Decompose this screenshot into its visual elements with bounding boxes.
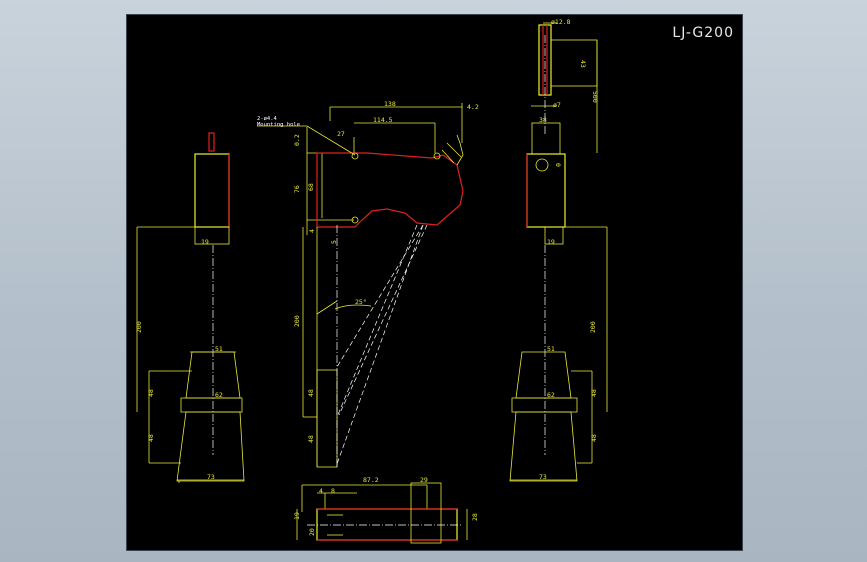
dim-4: 4 xyxy=(308,229,316,233)
right-beam-lower xyxy=(509,411,578,482)
dim-200-right: 200 xyxy=(589,321,597,333)
dim-7: ø7 xyxy=(553,101,561,109)
dim-19-right: 19 xyxy=(547,238,555,246)
dim-114-5: 114.5 xyxy=(373,116,393,124)
dim-48-side-a: 48 xyxy=(307,389,315,397)
dim-48-right-a: 48 xyxy=(590,389,598,397)
dim-68: 68 xyxy=(307,183,315,191)
dim-angle-25: 25° xyxy=(355,298,367,306)
dim-38: 38 xyxy=(539,116,547,124)
left-connector xyxy=(208,132,215,152)
dim-73-right: 73 xyxy=(539,473,547,481)
dim-138: 138 xyxy=(384,100,396,108)
cad-viewport[interactable]: .y { stroke:#e8e83a; stroke-width:0.8; f… xyxy=(126,14,743,551)
dim-62-left: 62 xyxy=(215,391,223,399)
dim-19-left: 19 xyxy=(201,238,209,246)
dim-19-bottom: 19 xyxy=(293,512,301,520)
dim-73-left: 73 xyxy=(207,473,215,481)
dim-48-left-a: 48 xyxy=(147,389,155,397)
dim-20: 20 xyxy=(308,528,316,536)
left-view xyxy=(136,132,245,483)
dim-62-right: 62 xyxy=(547,391,555,399)
dim-51-left: 51 xyxy=(215,345,223,353)
callout-hole-line2: Mounting hole xyxy=(257,122,300,128)
dim-5: 5 xyxy=(330,240,338,244)
dim-43: 43 xyxy=(579,60,587,68)
dim-500: 500 xyxy=(591,91,599,103)
dim-200-side: 200 xyxy=(293,315,301,327)
left-sensor-body xyxy=(194,153,230,228)
dim-200-left: 200 xyxy=(135,321,143,333)
side-sensor-body xyxy=(316,152,464,228)
model-title: LJ-G200 xyxy=(672,25,734,41)
dim-51-right: 51 xyxy=(547,345,555,353)
dim-4-bottom: 4 xyxy=(319,487,323,495)
technical-drawing: .y { stroke:#e8e83a; stroke-width:0.8; f… xyxy=(135,18,608,544)
dim-48-left-b: 48 xyxy=(147,434,155,442)
dim-87-2: 87.2 xyxy=(363,476,379,484)
dim-0: 0 xyxy=(554,163,562,167)
dim-12-8: ø12.8 xyxy=(551,18,571,26)
dim-0-2: 0.2 xyxy=(293,134,301,146)
dim-4-2: 4.2 xyxy=(467,103,479,111)
lens-icon xyxy=(535,158,549,172)
dim-76: 76 xyxy=(293,185,301,193)
right-beam-mid xyxy=(511,397,578,413)
right-beam-upper xyxy=(515,351,572,399)
dim-8: 8 xyxy=(331,487,335,495)
dim-29: 29 xyxy=(420,476,428,484)
dim-48-right-b: 48 xyxy=(590,434,598,442)
dim-27: 27 xyxy=(337,130,345,138)
side-view xyxy=(257,103,464,468)
dim-28: 28 xyxy=(471,513,479,521)
left-beam-lower xyxy=(176,411,245,482)
left-beam-mid xyxy=(180,397,243,413)
dim-48-side-b: 48 xyxy=(307,435,315,443)
